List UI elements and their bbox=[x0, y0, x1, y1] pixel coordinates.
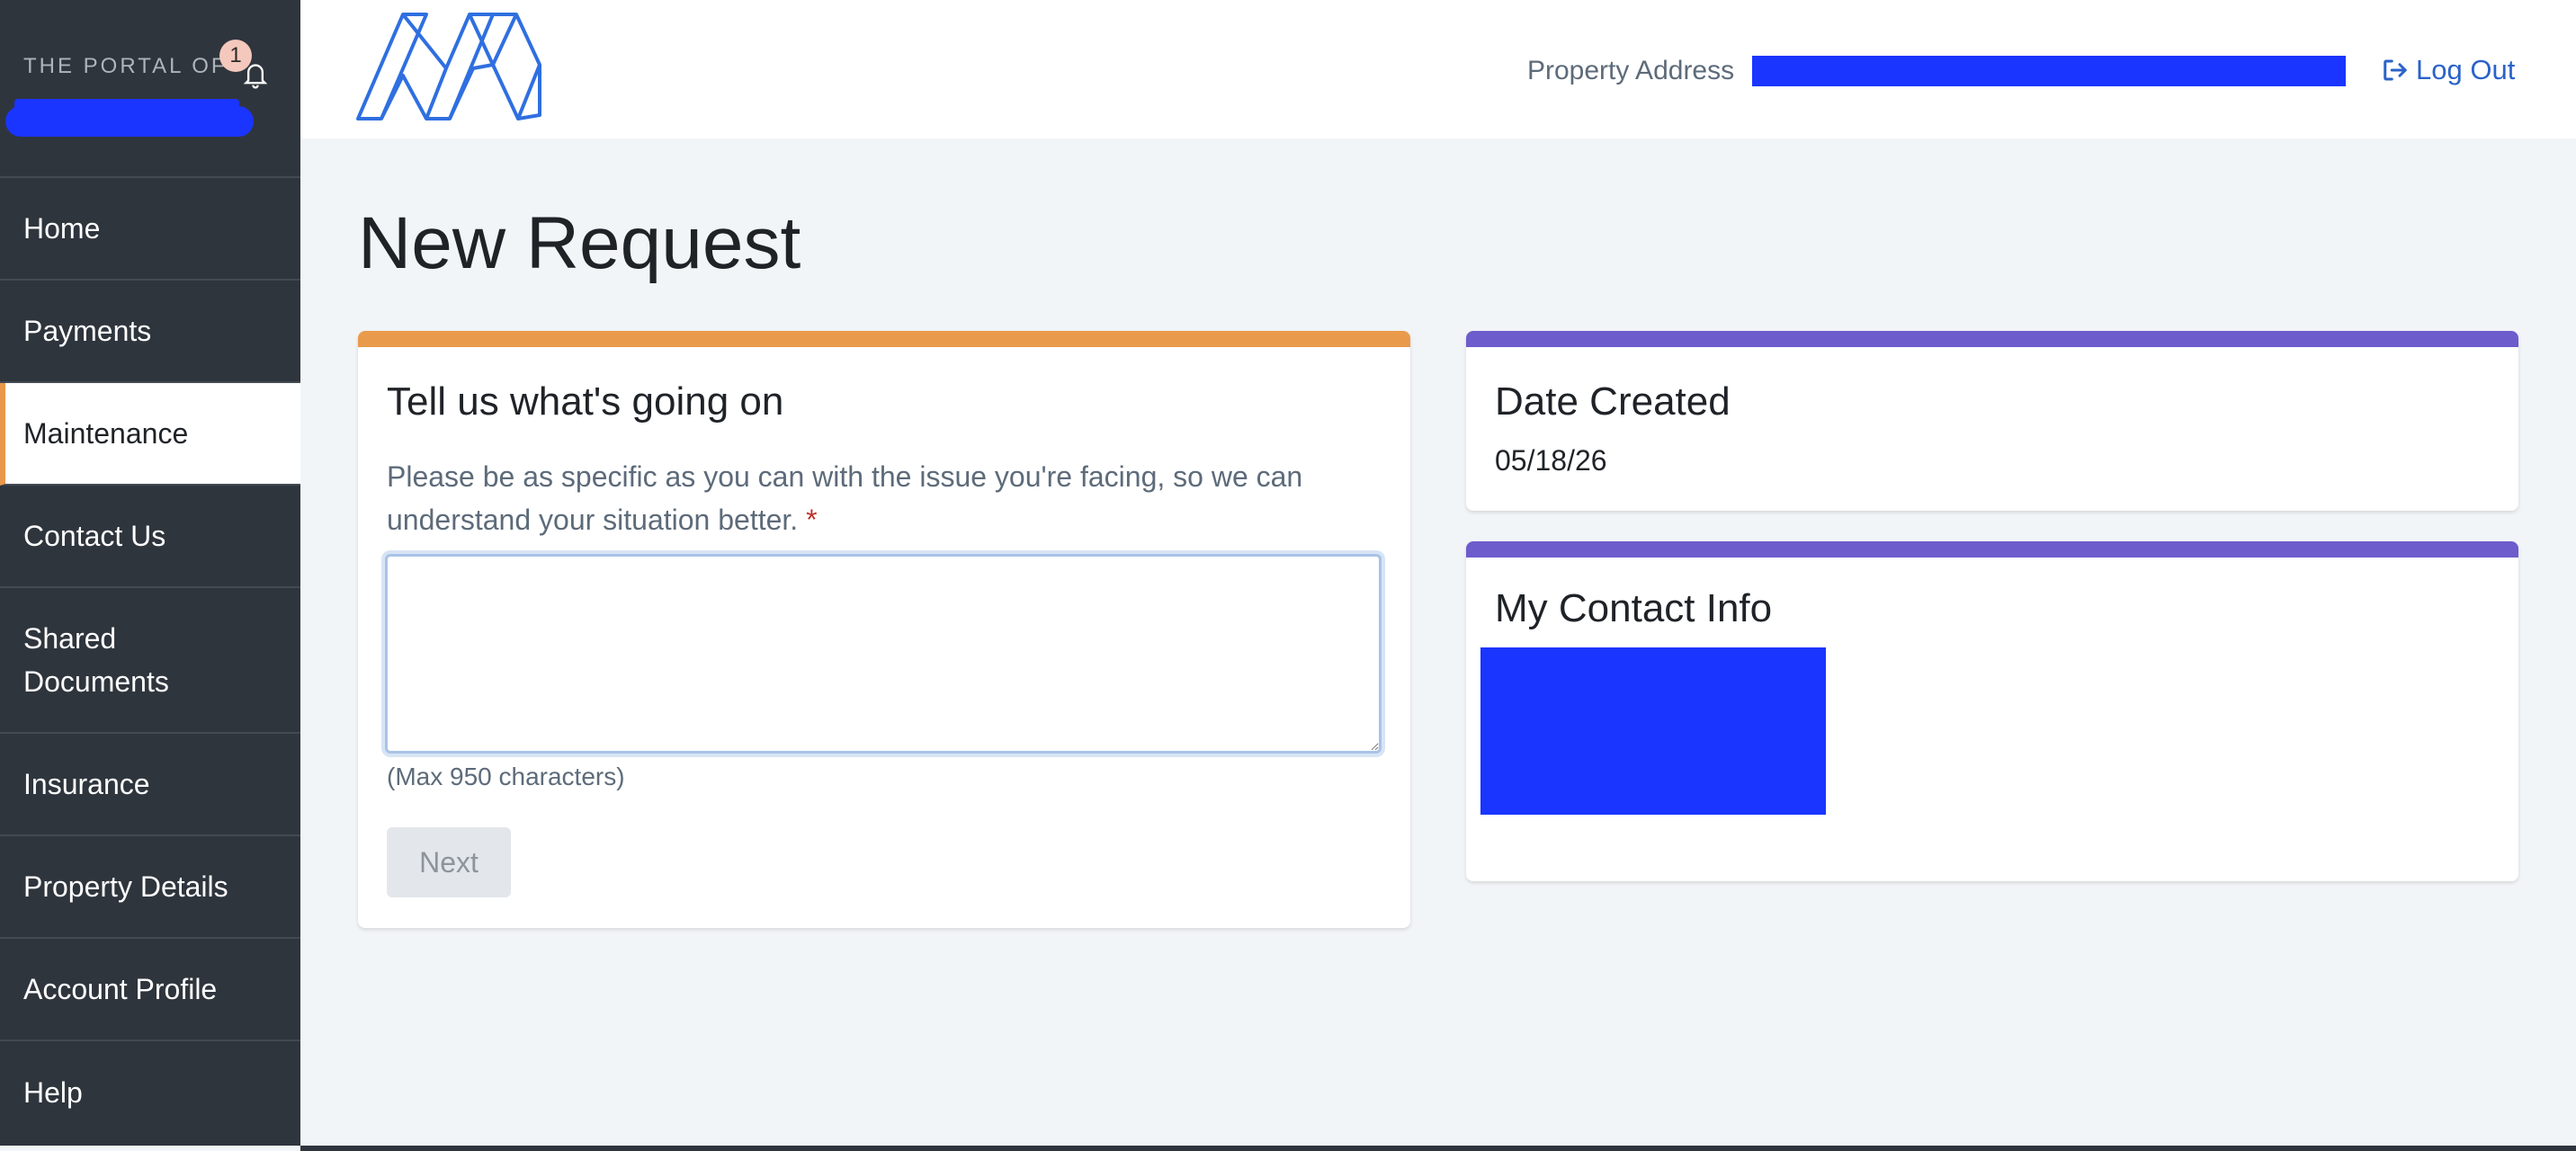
next-button[interactable]: Next bbox=[387, 827, 511, 897]
sidebar-item-label: Payments bbox=[23, 314, 152, 347]
sidebar-item-label: Insurance bbox=[23, 767, 150, 800]
date-created-value: 05/18/26 bbox=[1495, 444, 1607, 477]
sidebar-header: THE PORTAL OF 1 bbox=[0, 0, 300, 178]
issue-description: Please be as specific as you can with th… bbox=[387, 455, 1385, 541]
sidebar-item-label: Shared Documents bbox=[23, 622, 169, 698]
sidebar-item-label: Property Details bbox=[23, 870, 228, 903]
logout-link[interactable]: Log Out bbox=[2382, 54, 2515, 86]
date-card-accent bbox=[1466, 331, 2518, 347]
sidebar-item-contact-us[interactable]: Contact Us bbox=[0, 486, 300, 588]
sidebar: THE PORTAL OF 1 Home Payments Maintenanc… bbox=[0, 0, 300, 1146]
sidebar-item-label: Maintenance bbox=[23, 416, 189, 450]
required-marker: * bbox=[806, 504, 818, 536]
issue-description-text: Please be as specific as you can with th… bbox=[387, 460, 1303, 536]
notifications[interactable]: 1 bbox=[219, 40, 273, 94]
logout-icon bbox=[2384, 59, 2407, 81]
property-address-label: Property Address bbox=[1527, 56, 1735, 85]
contact-info-title: My Contact Info bbox=[1495, 586, 1773, 630]
sidebar-item-label: Home bbox=[23, 211, 101, 245]
issue-card-accent bbox=[358, 331, 1410, 347]
date-created-card: Date Created 05/18/26 bbox=[1466, 331, 2518, 511]
sidebar-item-insurance[interactable]: Insurance bbox=[0, 734, 300, 836]
issue-card-title: Tell us what's going on bbox=[387, 379, 784, 424]
max-characters-note: (Max 950 characters) bbox=[387, 763, 625, 790]
sidebar-item-label: Account Profile bbox=[23, 972, 218, 1005]
logout-label: Log Out bbox=[2416, 54, 2516, 85]
bottom-bar bbox=[300, 1146, 2576, 1151]
sidebar-item-label: Help bbox=[23, 1075, 83, 1109]
sidebar-item-shared-documents[interactable]: Shared Documents bbox=[0, 588, 300, 734]
sidebar-item-label: Contact Us bbox=[23, 519, 166, 552]
contact-card-accent bbox=[1466, 541, 2518, 558]
sidebar-item-payments[interactable]: Payments bbox=[0, 281, 300, 383]
redacted-portal-name bbox=[5, 99, 254, 137]
date-created-title: Date Created bbox=[1495, 379, 1731, 424]
top-bar: Property Address Log Out bbox=[300, 0, 2576, 138]
issue-description-input[interactable] bbox=[385, 554, 1382, 754]
page-title: New Request bbox=[358, 202, 801, 284]
sidebar-item-maintenance[interactable]: Maintenance bbox=[0, 383, 300, 486]
sidebar-item-home[interactable]: Home bbox=[0, 178, 300, 281]
sidebar-item-property-details[interactable]: Property Details bbox=[0, 836, 300, 939]
issue-card: Tell us what's going on Please be as spe… bbox=[358, 331, 1410, 928]
sidebar-item-account-profile[interactable]: Account Profile bbox=[0, 939, 300, 1041]
contact-info-card: My Contact Info bbox=[1466, 541, 2518, 881]
sidebar-item-help[interactable]: Help bbox=[0, 1041, 300, 1144]
company-logo[interactable] bbox=[356, 11, 541, 122]
redacted-contact-details bbox=[1480, 647, 1826, 815]
redacted-property-address bbox=[1752, 56, 2346, 86]
notification-badge: 1 bbox=[219, 40, 252, 72]
portal-label: THE PORTAL OF bbox=[23, 54, 228, 78]
